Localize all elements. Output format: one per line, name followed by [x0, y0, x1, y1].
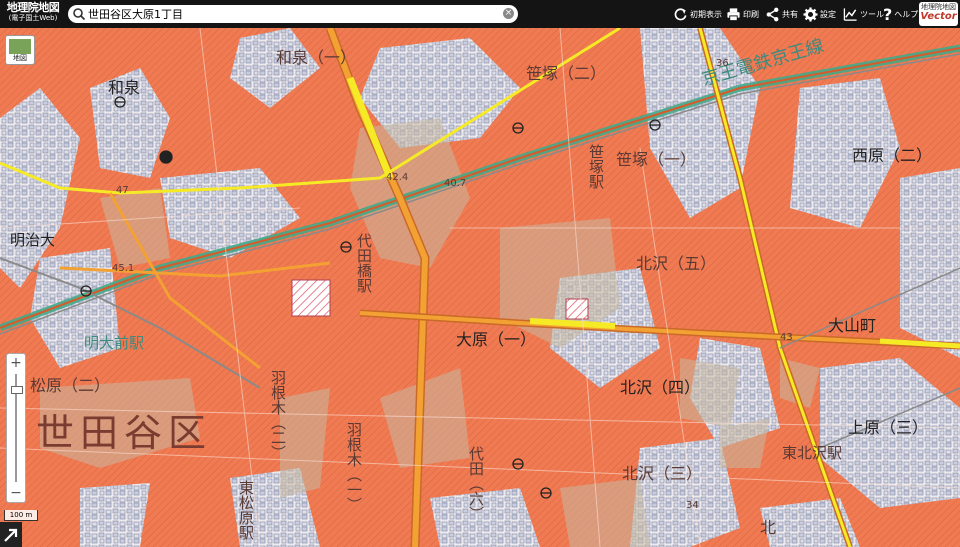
tools-label: ツール [860, 9, 884, 19]
map-thumbnail-icon [9, 39, 31, 54]
print-button[interactable]: 印刷 [726, 4, 759, 24]
settings-label: 設定 [820, 9, 836, 19]
scale-bar: 100 m [4, 510, 38, 521]
label-daitabashi-station: 代田橋駅 [355, 233, 373, 293]
label-uehara-3: 上原（三） [848, 418, 929, 437]
label-nishihara-2: 西原（二） [852, 146, 933, 165]
logo-title: 地理院地図 [6, 1, 60, 14]
label-ohara-1: 大原（一） [456, 330, 537, 349]
reset-icon [674, 7, 687, 20]
label-kita: 北 [760, 518, 777, 537]
share-icon [766, 7, 779, 21]
label-setagaya-ward: 世田谷区 [36, 411, 213, 455]
label-hanegi-2: 羽根木（二） [269, 370, 287, 460]
label-sasazuka-station: 笹塚駅 [587, 144, 605, 189]
label-kitazawa-4: 北沢（四） [620, 378, 701, 397]
logo-subtitle: (電子国土Web) [8, 14, 58, 22]
search-box[interactable]: × [68, 5, 518, 23]
base-layer-label: 地図 [13, 54, 27, 62]
printer-icon [727, 7, 740, 21]
zoom-slider-handle[interactable] [11, 386, 23, 394]
label-kitazawa-5: 北沢（五） [636, 254, 717, 273]
facility-block [291, 279, 331, 317]
help-icon: ? [883, 4, 893, 24]
elevation-45: 45.1 [112, 263, 135, 274]
elevation-47: 47 [116, 185, 129, 196]
label-higashimatsubara-station: 東松原駅 [237, 480, 255, 540]
label-matsubara-2: 松原（二） [30, 376, 111, 395]
vector-badge-top: 地理院地図 [921, 3, 956, 11]
zoom-out-button[interactable]: − [7, 485, 25, 501]
label-higashikitazawa-station: 東北沢駅 [782, 444, 843, 462]
chart-tool-icon [843, 7, 857, 21]
expand-arrow-icon [4, 528, 18, 542]
settings-button[interactable]: 設定 [803, 4, 836, 24]
label-hanegi-1: 羽根木（一） [345, 422, 363, 512]
share-button[interactable]: 共有 [765, 4, 798, 24]
elevation-34: 34 [686, 500, 699, 511]
search-input[interactable] [88, 6, 488, 21]
elevation-36: 36 [716, 58, 729, 69]
elevation-42: 42.4 [386, 172, 409, 183]
toolbar: 地理院地図 (電子国土Web) × 初期表示 印刷 共有 設定 ツール ? ヘル… [0, 0, 960, 28]
base-layer-button[interactable]: 地図 [5, 35, 35, 65]
label-kitazawa-3: 北沢（三） [622, 464, 703, 483]
vector-map-badge[interactable]: 地理院地図 Vector [919, 2, 958, 26]
help-label: ヘルプ [894, 9, 919, 19]
label-sasazuka-1: 笹塚（一） [616, 150, 697, 169]
label-izumi-1: 和泉（一） [276, 48, 357, 67]
vector-badge-main: Vector [920, 11, 957, 22]
gear-icon [803, 6, 818, 22]
map-canvas[interactable]: 和泉（一） 和泉 笹塚（二） 京王電鉄京王線 笹塚（一） 笹塚駅 西原（二） 明… [0, 28, 960, 547]
label-meiji-univ: 明治大 [10, 231, 56, 249]
clear-search-icon[interactable]: × [503, 8, 514, 19]
search-icon[interactable] [72, 7, 86, 21]
zoom-in-button[interactable]: + [7, 355, 25, 371]
expand-panel-button[interactable] [0, 522, 22, 547]
share-label: 共有 [782, 9, 798, 19]
reset-label: 初期表示 [690, 9, 722, 19]
label-ohyama: 大山町 [828, 316, 877, 335]
help-button[interactable]: ? ヘルプ [883, 4, 918, 24]
print-label: 印刷 [743, 9, 759, 19]
label-sasazuka-2: 笹塚（二） [526, 64, 607, 83]
label-daita-6: 代田（六） [467, 446, 485, 521]
label-izumi: 和泉 [108, 78, 141, 97]
zoom-control: + − [6, 353, 26, 503]
elevation-40: 40.7 [444, 178, 467, 189]
elevation-43: 43 [780, 332, 793, 343]
label-meidaimae-station: 明大前駅 [84, 334, 145, 352]
tools-button[interactable]: ツール [843, 4, 884, 24]
reset-view-button[interactable]: 初期表示 [673, 4, 722, 24]
app-logo[interactable]: 地理院地図 (電子国土Web) [2, 2, 64, 22]
